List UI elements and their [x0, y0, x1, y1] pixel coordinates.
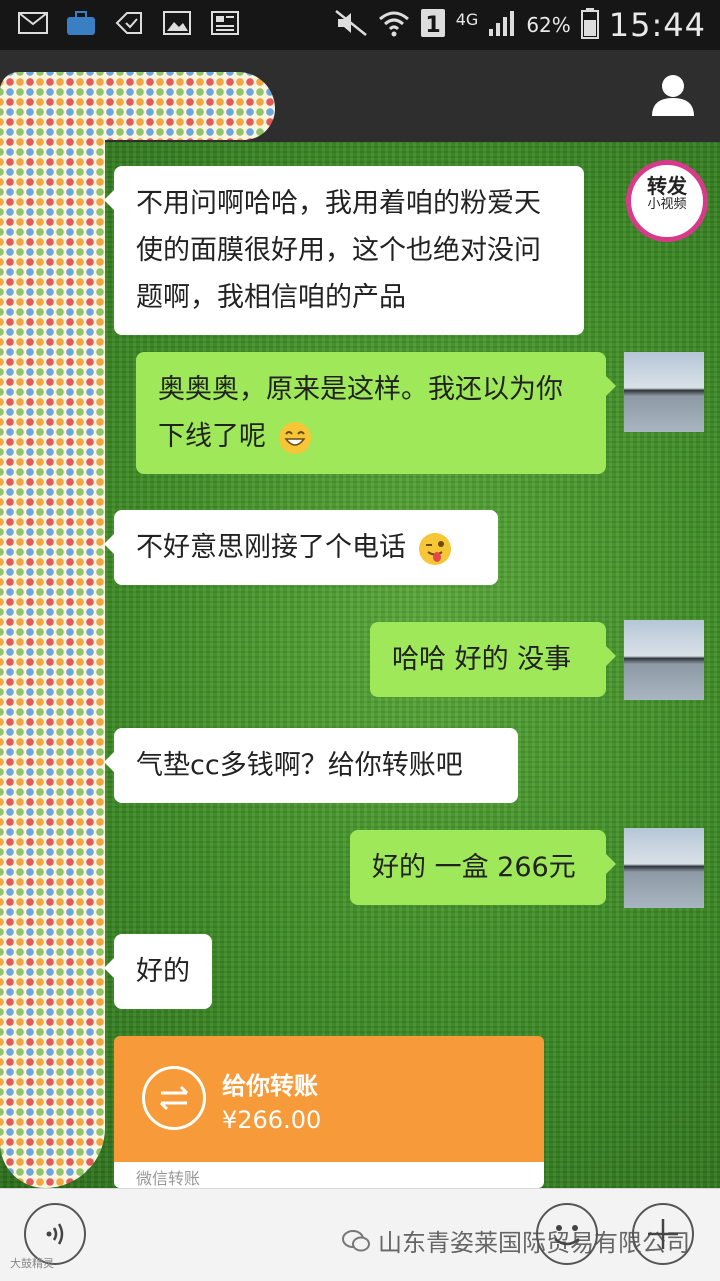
status-bar: 1 4G 62% 15:44 [0, 0, 720, 50]
message-bubble-incoming[interactable]: 好的 [104, 934, 212, 1009]
forward-badge-label: 转发 [647, 174, 687, 198]
transfer-title: 给你转账 [222, 1072, 318, 1100]
transfer-card-body: 给你转账 ¥266.00 [114, 1036, 544, 1162]
scribble-overlay [0, 72, 105, 1188]
news-icon [210, 10, 240, 36]
emoji-button[interactable] [536, 1203, 598, 1265]
clock: 15:44 [608, 6, 706, 44]
message-bubble-incoming[interactable]: 不用问啊哈哈，我用着咱的粉爱天使的面膜很好用，这个也绝对没问题啊，我相信咱的产品 [104, 166, 584, 335]
avatar[interactable] [624, 352, 704, 432]
message-text: 气垫cc多钱啊？给你转账吧 [136, 750, 463, 781]
small-watermark: 大鼓精灵 [10, 1257, 54, 1270]
notification-icons [18, 10, 240, 36]
person-icon[interactable] [650, 72, 696, 118]
mute-icon [334, 9, 368, 42]
forward-badge-sublabel: 小视频 [647, 197, 687, 212]
check-tag-icon [114, 10, 144, 36]
avatar[interactable] [624, 828, 704, 908]
message-bubble-incoming[interactable]: 气垫cc多钱啊？给你转账吧 [104, 728, 518, 803]
message-bubble-outgoing[interactable]: 哈哈 好的 没事 [370, 622, 616, 697]
battery-icon [580, 7, 599, 44]
mail-icon [18, 10, 48, 36]
svg-text:1: 1 [425, 13, 440, 38]
message-text: 哈哈 好的 没事 [392, 644, 572, 675]
grinning-emoji-icon [278, 421, 311, 454]
system-indicators: 1 4G 62% 15:44 [334, 6, 706, 44]
transfer-arrows-icon [142, 1066, 206, 1130]
signal-icon [488, 9, 516, 42]
plus-button[interactable] [632, 1203, 694, 1265]
sim-one-icon: 1 [420, 8, 446, 43]
message-text: 奥奥奥，原来是这样。我还以为你下线了呢 [158, 374, 563, 452]
message-bubble-outgoing[interactable]: 奥奥奥，原来是这样。我还以为你下线了呢 [136, 352, 616, 474]
wechat-icon [342, 1229, 370, 1253]
forward-video-badge[interactable]: 转发 小视频 [626, 160, 708, 242]
transfer-amount: ¥266.00 [222, 1106, 322, 1134]
network-type: 4G [455, 9, 479, 29]
transfer-card[interactable]: 给你转账 ¥266.00 微信转账 [114, 1036, 544, 1188]
tongue-wink-emoji-icon [418, 532, 451, 565]
message-text: 不用问啊哈哈，我用着咱的粉爱天使的面膜很好用，这个也绝对没问题啊，我相信咱的产品 [136, 188, 541, 313]
message-text: 不好意思刚接了个电话 [136, 532, 406, 563]
image-icon [162, 10, 192, 36]
transfer-footer: 微信转账 [114, 1162, 544, 1188]
avatar[interactable] [624, 620, 704, 700]
wifi-icon [378, 9, 410, 42]
input-bar: 山东青姿莱国际贸易有限公司 大鼓精灵 [0, 1188, 720, 1281]
message-bubble-incoming[interactable]: 不好意思刚接了个电话 [104, 510, 498, 585]
message-text: 好的 [136, 956, 190, 987]
message-text: 好的 一盒 266元 [372, 852, 576, 883]
message-bubble-outgoing[interactable]: 好的 一盒 266元 [350, 830, 616, 905]
battery-percent: 62% [526, 13, 571, 37]
briefcase-icon [66, 10, 96, 36]
